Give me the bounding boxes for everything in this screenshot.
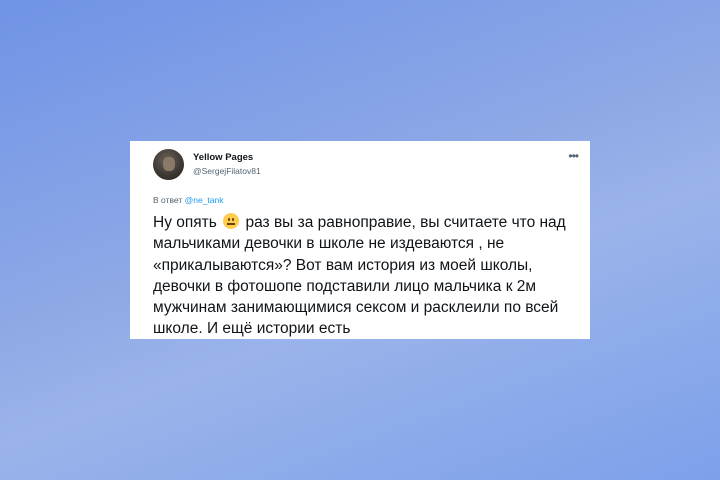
avatar[interactable] bbox=[153, 149, 184, 180]
neutral-face-icon bbox=[223, 213, 240, 229]
tweet-line-4: девочки в фотошопе подставили лицо мальч… bbox=[153, 277, 537, 295]
tweet-line-6: школе. И ещё истории есть bbox=[153, 320, 351, 338]
avatar-photo bbox=[163, 157, 175, 171]
tweet-line-1a: Ну опять bbox=[153, 214, 217, 231]
user-handle[interactable]: @SergejFilatov81 bbox=[193, 166, 261, 176]
reply-context: В ответ @ne_tank bbox=[153, 195, 224, 205]
tweet-line-3: «прикалываются»? Вот вам история из моей… bbox=[153, 256, 533, 274]
tweet-line-5: мужчинам занимающимися сексом и расклеил… bbox=[153, 299, 559, 317]
reply-mention-link[interactable]: @ne_tank bbox=[185, 195, 224, 205]
tweet-text: Ну опять раз вы за равноправие, вы счита… bbox=[153, 212, 578, 340]
tweet-card: Yellow Pages @SergejFilatov81 ••• В отве… bbox=[130, 141, 590, 339]
reply-prefix: В ответ bbox=[153, 195, 183, 205]
tweet-line-1b: раз вы за равноправие, вы считаете что н… bbox=[245, 214, 566, 231]
more-options-icon[interactable]: ••• bbox=[568, 149, 579, 163]
display-name[interactable]: Yellow Pages bbox=[193, 152, 253, 163]
tweet-line-2: мальчиками девочки в школе не издеваются… bbox=[153, 235, 505, 253]
